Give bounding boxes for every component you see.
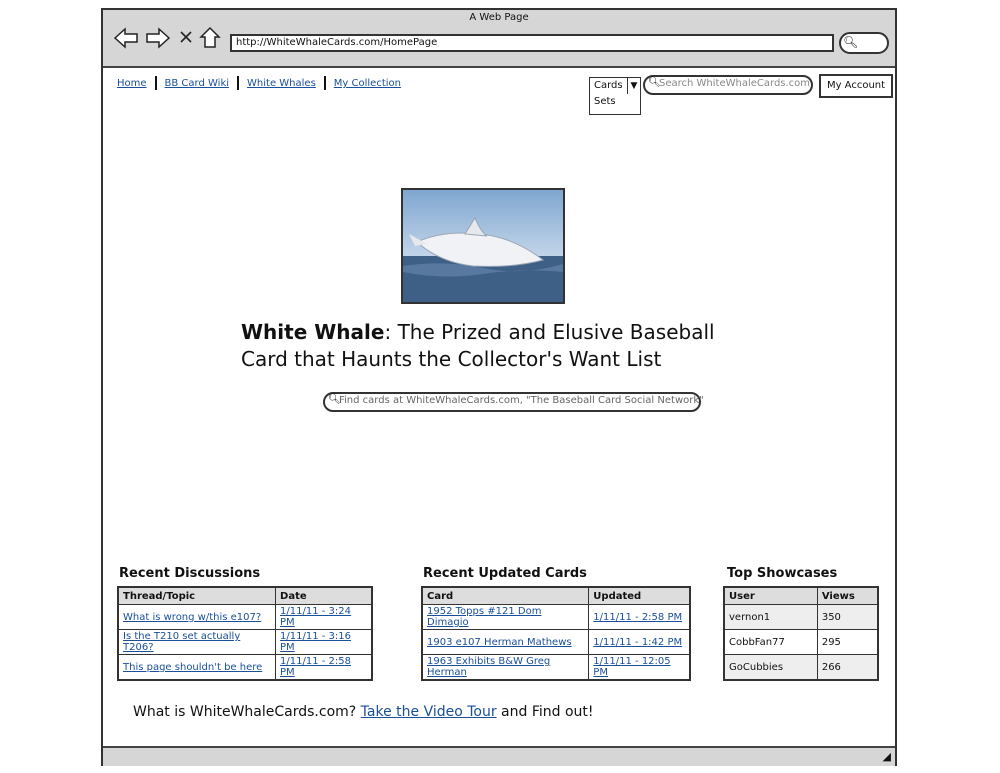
home-icon[interactable] bbox=[199, 26, 221, 50]
window-title: A Web Page bbox=[469, 12, 529, 23]
video-tour-link[interactable]: Take the Video Tour bbox=[361, 704, 497, 720]
status-bar: ◢ bbox=[103, 746, 895, 766]
card-link[interactable]: 1903 e107 Herman Mathews bbox=[427, 637, 572, 648]
category-option-list: Sets bbox=[589, 94, 641, 115]
top-showcases-table: User Views vernon1 350 CobbFan77 295 GoCubb… bbox=[723, 586, 879, 681]
resize-grip-icon[interactable]: ◢ bbox=[883, 750, 891, 763]
my-account-button[interactable]: My Account bbox=[819, 74, 893, 98]
date-link[interactable]: 1/11/11 - 2:58 PM bbox=[280, 656, 351, 678]
dropdown-arrow-icon[interactable]: ▼ bbox=[627, 78, 640, 94]
card-link[interactable]: 1952 Topps #121 Dom Dimagio bbox=[427, 606, 541, 628]
date-link[interactable]: 1/11/11 - 3:24 PM bbox=[280, 606, 351, 628]
updated-link[interactable]: 1/11/11 - 12:05 PM bbox=[593, 656, 670, 678]
column-header: Card bbox=[421, 586, 590, 605]
views-cell: 350 bbox=[816, 604, 879, 630]
find-cards-input[interactable]: 🔍︎ Find cards at WhiteWhaleCards.com, "T… bbox=[323, 392, 704, 412]
top-showcases-title: Top Showcases bbox=[727, 566, 838, 581]
close-x-icon[interactable] bbox=[179, 29, 193, 45]
category-dropdown[interactable]: Cards ▼ bbox=[589, 77, 641, 95]
browser-window: A Web Page http://WhiteWhaleCards.com/Ho… bbox=[101, 8, 897, 766]
updated-link[interactable]: 1/11/11 - 1:42 PM bbox=[593, 637, 682, 648]
search-icon: 🔍︎ bbox=[843, 35, 859, 49]
views-cell: 295 bbox=[816, 629, 879, 655]
table-row: GoCubbies 266 bbox=[723, 654, 879, 681]
site-search-placeholder: Search WhiteWhaleCards.com bbox=[659, 78, 811, 89]
table-row: 1903 e107 Herman Mathews 1/11/11 - 1:42 P… bbox=[421, 629, 691, 655]
column-header: Views bbox=[816, 586, 879, 605]
column-header: Date bbox=[275, 586, 373, 605]
column-header: Updated bbox=[588, 586, 691, 605]
top-nav: Home BB Card Wiki White Whales My Collectio… bbox=[117, 76, 401, 90]
user-cell: CobbFan77 bbox=[723, 629, 818, 655]
find-cards-placeholder: Find cards at WhiteWhaleCards.com, "The … bbox=[339, 395, 704, 406]
updated-link[interactable]: 1/11/11 - 2:58 PM bbox=[593, 612, 682, 623]
address-bar[interactable]: http://WhiteWhaleCards.com/HomePage bbox=[230, 34, 834, 52]
nav-white-whales[interactable]: White Whales bbox=[247, 78, 316, 89]
table-row: Is the T210 set actually T206? 1/11/11 - … bbox=[117, 629, 373, 655]
views-cell: 266 bbox=[816, 654, 879, 681]
nav-home[interactable]: Home bbox=[117, 78, 147, 89]
forward-arrow-icon[interactable] bbox=[145, 26, 171, 50]
category-option-sets[interactable]: Sets bbox=[594, 96, 616, 107]
table-row: What is wrong w/this e107? 1/11/11 - 3:24… bbox=[117, 604, 373, 630]
date-link[interactable]: 1/11/11 - 3:16 PM bbox=[280, 631, 351, 653]
headline-bold: White Whale bbox=[241, 320, 385, 344]
video-tour-line: What is WhiteWhaleCards.com? Take the Vi… bbox=[133, 704, 594, 720]
table-row: 1952 Topps #121 Dom Dimagio 1/11/11 - 2:5… bbox=[421, 604, 691, 630]
card-link[interactable]: 1963 Exhibits B&W Greg Herman bbox=[427, 656, 550, 678]
back-arrow-icon[interactable] bbox=[113, 26, 139, 50]
recent-updated-cards-table: Card Updated 1952 Topps #121 Dom Dimagio 1… bbox=[421, 586, 691, 681]
table-row: This page shouldn't be here 1/11/11 - 2:5… bbox=[117, 654, 373, 681]
tour-prefix: What is WhiteWhaleCards.com? bbox=[133, 704, 361, 720]
whale-photo bbox=[401, 188, 565, 304]
nav-bb-card-wiki[interactable]: BB Card Wiki bbox=[165, 78, 230, 89]
nav-divider bbox=[237, 76, 240, 90]
nav-divider bbox=[154, 76, 157, 90]
nav-my-collection[interactable]: My Collection bbox=[334, 78, 401, 89]
user-cell: vernon1 bbox=[723, 604, 818, 630]
column-header: User bbox=[723, 586, 818, 605]
page-headline: White Whale: The Prized and Elusive Base… bbox=[241, 319, 761, 373]
thread-link[interactable]: What is wrong w/this e107? bbox=[123, 612, 261, 623]
browser-chrome: A Web Page http://WhiteWhaleCards.com/Ho… bbox=[103, 10, 895, 68]
site-search-input[interactable]: 🔍︎ Search WhiteWhaleCards.com bbox=[643, 75, 813, 95]
recent-updated-cards-title: Recent Updated Cards bbox=[423, 566, 587, 581]
browser-search[interactable]: 🔍︎ bbox=[839, 32, 889, 54]
nav-divider bbox=[323, 76, 326, 90]
column-header: Thread/Topic bbox=[117, 586, 277, 605]
table-row: CobbFan77 295 bbox=[723, 629, 879, 655]
recent-discussions-table: Thread/Topic Date What is wrong w/this e1… bbox=[117, 586, 373, 681]
thread-link[interactable]: Is the T210 set actually T206? bbox=[123, 631, 240, 653]
category-selected: Cards bbox=[594, 80, 623, 91]
tour-suffix: and Find out! bbox=[496, 704, 594, 720]
thread-link[interactable]: This page shouldn't be here bbox=[123, 662, 262, 673]
recent-discussions-title: Recent Discussions bbox=[119, 566, 261, 581]
table-row: 1963 Exhibits B&W Greg Herman 1/11/11 - 1… bbox=[421, 654, 691, 681]
table-row: vernon1 350 bbox=[723, 604, 879, 630]
user-cell: GoCubbies bbox=[723, 654, 818, 681]
